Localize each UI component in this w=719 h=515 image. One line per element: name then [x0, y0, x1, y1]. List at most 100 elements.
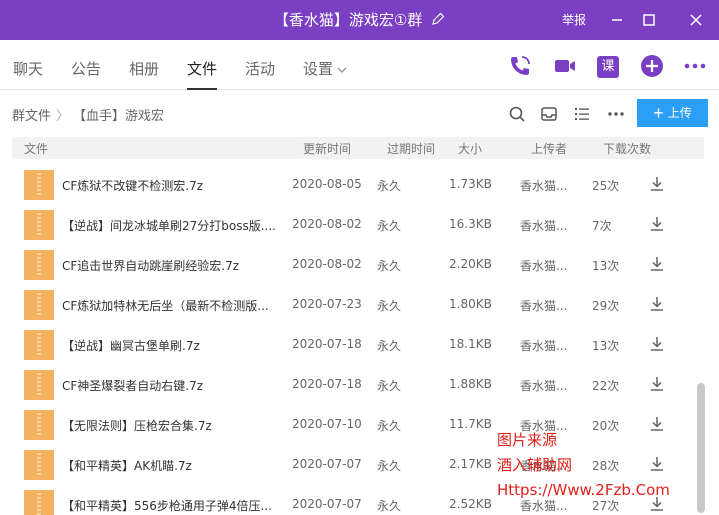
title-bar: 【香水猫】游戏宏①群 举报: [0, 0, 719, 40]
table-row[interactable]: 【逆战】间龙冰城单刷27分打boss版.... 2020-08-02 永久 16…: [12, 205, 704, 245]
file-name[interactable]: CF追击世界自动跳崖刷经验宏.7z: [62, 257, 282, 274]
file-expiry: 永久: [377, 219, 402, 233]
column-header-downloads[interactable]: 下载次数: [603, 140, 651, 157]
table-row[interactable]: CF炼狱不改键不检测宏.7z 2020-08-05 永久 1.73KB 香水猫.…: [12, 165, 704, 205]
file-uploader[interactable]: 香水猫...: [520, 177, 567, 194]
file-expiry: 永久: [377, 459, 402, 473]
file-date: 2020-08-02: [292, 257, 362, 271]
tab-album[interactable]: 相册: [129, 40, 159, 90]
scrollbar-thumb[interactable]: [697, 383, 705, 513]
watermark-line-3: Https://Www.2Fzb.Com: [497, 481, 670, 499]
file-uploader[interactable]: 香水猫...: [520, 297, 567, 314]
column-header-updated[interactable]: 更新时间: [303, 140, 351, 157]
archive-file-icon: [24, 490, 54, 515]
file-uploader[interactable]: 香水猫...: [520, 377, 567, 394]
watermark-line-2: 酒入辅助网: [497, 456, 573, 474]
maximize-icon[interactable]: [639, 10, 659, 30]
search-icon[interactable]: [508, 105, 526, 123]
file-date: 2020-07-23: [292, 297, 362, 311]
file-date: 2020-07-18: [292, 377, 362, 391]
file-date: 2020-08-05: [292, 177, 362, 191]
download-icon[interactable]: [648, 255, 666, 273]
file-downloads: 7次: [592, 219, 612, 233]
file-size: 2.20KB: [449, 257, 492, 271]
archive-file-icon: [24, 370, 54, 400]
file-name[interactable]: CF炼狱不改键不检测宏.7z: [62, 177, 282, 194]
file-size: 16.3KB: [449, 217, 492, 231]
archive-file-icon: [24, 210, 54, 240]
file-table-header: 文件 更新时间 过期时间 大小 上传者 下载次数: [12, 137, 704, 159]
file-size: 2.17KB: [449, 457, 492, 471]
file-expiry: 永久: [377, 499, 402, 513]
table-row[interactable]: 【逆战】幽冥古堡单刷.7z 2020-07-18 永久 18.1KB 香水猫..…: [12, 325, 704, 365]
file-uploader[interactable]: 香水猫...: [520, 257, 567, 274]
file-name[interactable]: 【逆战】间龙冰城单刷27分打boss版....: [62, 217, 282, 234]
add-icon[interactable]: [640, 54, 664, 78]
file-downloads: 13次: [592, 339, 620, 353]
archive-file-icon: [24, 170, 54, 200]
phone-icon[interactable]: [508, 54, 532, 78]
more-dots-icon[interactable]: [607, 105, 625, 123]
file-name[interactable]: 【和平精英】556步枪通用子弹4倍压...: [62, 497, 282, 514]
file-size: 1.73KB: [449, 177, 492, 191]
report-button[interactable]: 举报: [562, 0, 586, 40]
file-uploader[interactable]: 香水猫...: [520, 217, 567, 234]
file-uploader[interactable]: 香水猫...: [520, 337, 567, 354]
watermark: 图片来源 酒入辅助网 Https://Www.2Fzb.Com: [497, 428, 670, 503]
tab-announcement[interactable]: 公告: [71, 40, 101, 90]
archive-file-icon: [24, 410, 54, 440]
breadcrumb-root[interactable]: 群文件: [12, 105, 51, 124]
file-downloads: 29次: [592, 299, 620, 313]
file-size: 1.80KB: [449, 297, 492, 311]
breadcrumb-separator: 〉: [56, 109, 70, 124]
lesson-icon[interactable]: 课: [597, 56, 619, 78]
download-icon[interactable]: [648, 215, 666, 233]
table-row[interactable]: CF神圣爆裂者自动右键.7z 2020-07-18 永久 1.88KB 香水猫.…: [12, 365, 704, 405]
file-expiry: 永久: [377, 179, 402, 193]
file-size: 11.7KB: [449, 417, 492, 431]
archive-file-icon: [24, 250, 54, 280]
file-name[interactable]: 【逆战】幽冥古堡单刷.7z: [62, 337, 282, 354]
archive-file-icon: [24, 330, 54, 360]
download-icon[interactable]: [648, 175, 666, 193]
file-name[interactable]: CF炼狱加特林无后坐（最新不检测版...: [62, 297, 282, 314]
upload-button[interactable]: + 上传: [637, 99, 708, 127]
file-expiry: 永久: [377, 419, 402, 433]
breadcrumb: 群文件 〉 【血手】游戏宏: [0, 91, 719, 137]
file-date: 2020-08-02: [292, 217, 362, 231]
tab-settings-label: 设置: [303, 60, 334, 78]
breadcrumb-current: 【血手】游戏宏: [73, 109, 165, 124]
tab-activity[interactable]: 活动: [245, 40, 275, 90]
column-header-file[interactable]: 文件: [24, 140, 48, 157]
chevron-down-icon: [337, 41, 347, 99]
tab-chat[interactable]: 聊天: [13, 40, 43, 90]
more-icon[interactable]: [683, 54, 707, 78]
column-header-expiry[interactable]: 过期时间: [387, 140, 435, 157]
file-name[interactable]: 【和平精英】AK机瞄.7z: [62, 457, 282, 474]
table-row[interactable]: CF追击世界自动跳崖刷经验宏.7z 2020-08-02 永久 2.20KB 香…: [12, 245, 704, 285]
download-icon[interactable]: [648, 375, 666, 393]
edit-icon[interactable]: [431, 1, 445, 41]
file-expiry: 永久: [377, 299, 402, 313]
close-icon[interactable]: [686, 10, 706, 30]
column-header-uploader[interactable]: 上传者: [531, 140, 567, 157]
table-row[interactable]: CF炼狱加特林无后坐（最新不检测版... 2020-07-23 永久 1.80K…: [12, 285, 704, 325]
video-icon[interactable]: [553, 54, 577, 78]
file-expiry: 永久: [377, 379, 402, 393]
tab-settings[interactable]: 设置: [303, 40, 347, 90]
download-icon[interactable]: [648, 295, 666, 313]
file-name[interactable]: 【无限法则】压枪宏合集.7z: [62, 417, 282, 434]
file-date: 2020-07-10: [292, 417, 362, 431]
file-downloads: 13次: [592, 259, 620, 273]
file-date: 2020-07-07: [292, 457, 362, 471]
watermark-line-1: 图片来源: [497, 431, 558, 449]
inbox-icon[interactable]: [540, 105, 558, 123]
minimize-icon[interactable]: [607, 10, 627, 30]
tab-bar: 聊天 公告 相册 文件 活动 设置 课: [0, 40, 719, 90]
list-view-icon[interactable]: [573, 105, 591, 123]
download-icon[interactable]: [648, 335, 666, 353]
file-name[interactable]: CF神圣爆裂者自动右键.7z: [62, 377, 282, 394]
column-header-size[interactable]: 大小: [458, 140, 482, 157]
archive-file-icon: [24, 450, 54, 480]
tab-files[interactable]: 文件: [187, 40, 218, 90]
